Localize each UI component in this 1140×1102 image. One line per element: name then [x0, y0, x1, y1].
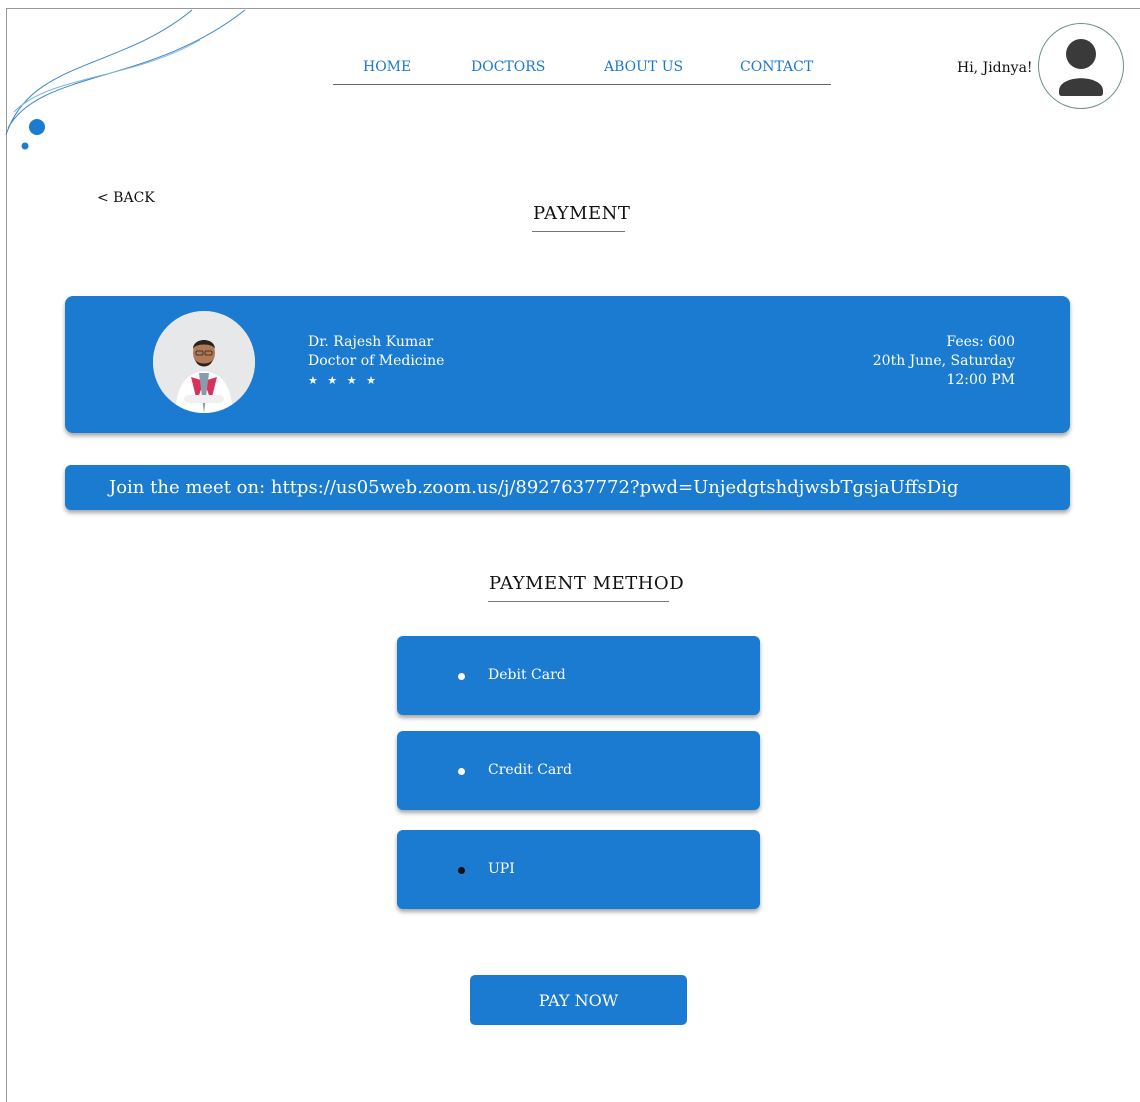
payment-option-label: Debit Card: [488, 667, 566, 683]
doctor-specialty: Doctor of Medicine: [308, 353, 445, 369]
payment-option-credit-card[interactable]: Credit Card: [397, 731, 760, 810]
doctor-portrait-icon: [153, 311, 255, 413]
page-frame-left: [6, 8, 7, 1102]
appointment-date: 20th June, Saturday: [872, 353, 1015, 369]
meeting-link-bar[interactable]: Join the meet on: https://us05web.zoom.u…: [65, 465, 1070, 510]
radio-bullet-selected: [458, 867, 465, 874]
main-nav: HOME DOCTORS ABOUT US CONTACT: [333, 54, 831, 85]
back-link[interactable]: < BACK: [97, 190, 155, 206]
nav-home[interactable]: HOME: [363, 59, 411, 75]
page-title: PAYMENT: [533, 203, 631, 224]
appointment-time: 12:00 PM: [946, 372, 1015, 388]
doctor-fees: Fees: 600: [946, 334, 1015, 350]
pay-now-button[interactable]: PAY NOW: [470, 975, 687, 1025]
radio-bullet: [458, 673, 465, 680]
doctor-photo: [153, 311, 255, 413]
radio-bullet: [458, 768, 465, 775]
nav-doctors[interactable]: DOCTORS: [471, 59, 545, 75]
doctor-info: Dr. Rajesh Kumar Doctor of Medicine ★ ★ …: [308, 333, 444, 390]
nav-about-us[interactable]: ABOUT US: [604, 59, 683, 75]
payment-method-title: PAYMENT METHOD: [489, 573, 685, 594]
user-silhouette-icon: [1059, 39, 1103, 96]
doctor-rating-stars: ★ ★ ★ ★: [308, 374, 379, 387]
payment-option-label: Credit Card: [488, 762, 572, 778]
doctor-name: Dr. Rajesh Kumar: [308, 334, 434, 350]
payment-option-debit-card[interactable]: Debit Card: [397, 636, 760, 715]
doctor-card: Dr. Rajesh Kumar Doctor of Medicine ★ ★ …: [65, 296, 1070, 433]
user-avatar[interactable]: [1038, 23, 1124, 109]
page-title-underline: [532, 231, 625, 232]
user-greeting: Hi, Jidnya!: [957, 60, 1033, 76]
payment-option-upi[interactable]: UPI: [397, 830, 760, 909]
payment-method-underline: [488, 601, 669, 602]
payment-option-label: UPI: [488, 861, 515, 877]
nav-contact[interactable]: CONTACT: [740, 59, 813, 75]
decorative-swirl: [5, 9, 246, 150]
appointment-meta: Fees: 600 20th June, Saturday 12:00 PM: [873, 333, 1015, 390]
